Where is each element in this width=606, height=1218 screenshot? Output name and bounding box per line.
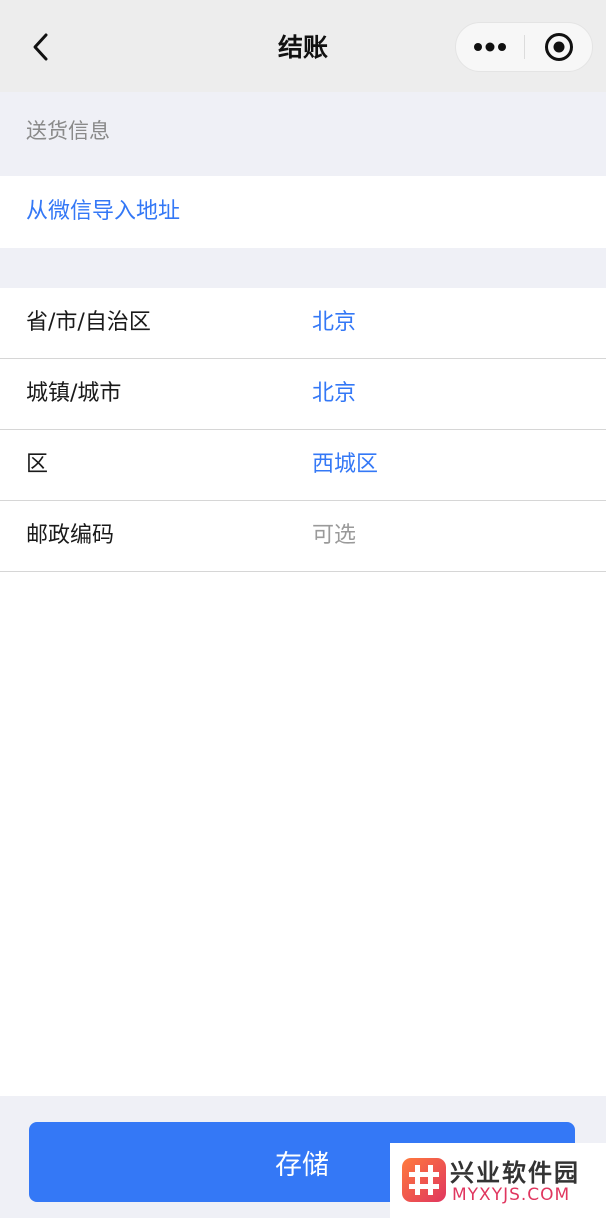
province-value[interactable]: 北京 [312,288,356,358]
district-label: 区 [26,452,49,477]
back-button[interactable] [22,28,60,66]
province-label: 省/市/自治区 [26,310,151,335]
more-button[interactable] [456,23,524,71]
import-wechat-address-label: 从微信导入地址 [26,199,181,224]
section-title: 送货信息 [26,119,110,143]
postal-code-input[interactable]: 可选 [312,501,356,571]
city-label: 城镇/城市 [26,381,122,406]
hash-logo-icon [402,1158,446,1202]
watermark-url: MYXYJS.COM [452,1185,571,1205]
form-row-city[interactable]: 城镇/城市 北京 [0,359,606,430]
section-header: 送货信息 [0,92,606,176]
close-button[interactable] [525,23,593,71]
city-value[interactable]: 北京 [312,359,356,429]
import-wechat-address-button[interactable]: 从微信导入地址 [0,176,606,248]
watermark-title: 兴业软件园 [450,1159,580,1187]
more-dots-icon [474,42,506,52]
chevron-left-icon [33,33,48,61]
section-gap [0,248,606,288]
navigation-bar: 结账 [0,0,606,92]
form-row-postal-code[interactable]: 邮政编码 可选 [0,501,606,572]
address-form: 省/市/自治区 北京 城镇/城市 北京 区 西城区 邮政编码 可选 [0,288,606,572]
watermark: 兴业软件园 MYXYJS.COM [390,1143,606,1218]
postal-code-label: 邮政编码 [26,523,115,548]
form-row-district[interactable]: 区 西城区 [0,430,606,501]
target-close-icon [545,33,573,61]
form-row-province[interactable]: 省/市/自治区 北京 [0,288,606,359]
mini-program-capsule [455,22,593,72]
district-value[interactable]: 西城区 [312,430,378,500]
